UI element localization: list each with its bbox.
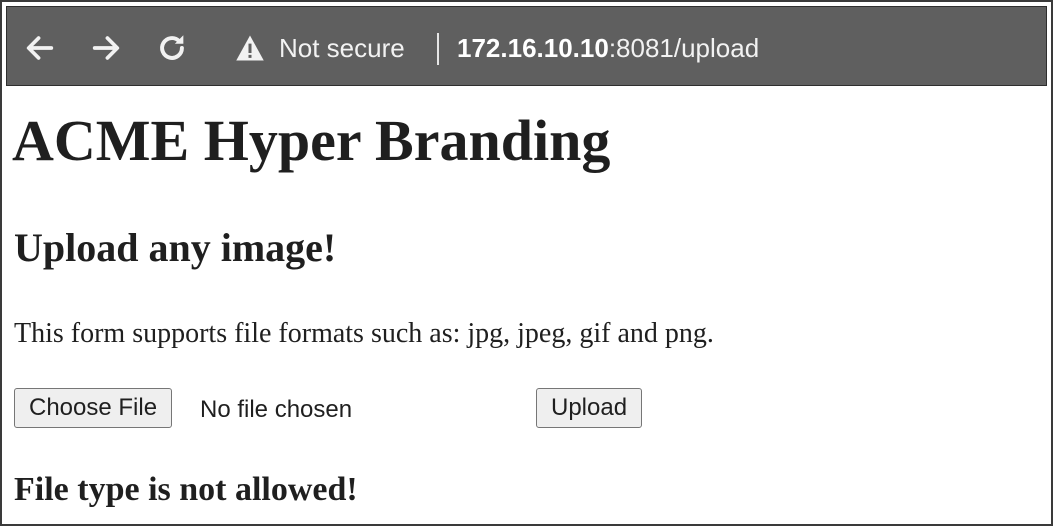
reload-icon [160,35,184,60]
reload-button[interactable] [153,29,191,67]
forward-button[interactable] [87,29,125,67]
address-separator [437,33,439,65]
address-bar[interactable]: 172.16.10.10:8081/upload [457,31,759,65]
upload-form: Choose File No file chosen Upload [14,388,714,428]
warning-triangle-icon [236,35,264,61]
browser-toolbar: Not secure 172.16.10.10:8081/upload [6,6,1047,86]
page-subtitle: Upload any image! [14,225,337,270]
page-content: ACME Hyper Branding Upload any image! Th… [12,88,1051,524]
format-description: This form supports file formats such as:… [14,318,714,349]
choose-file-button[interactable]: Choose File [14,388,173,428]
file-status: No file chosen [200,396,353,423]
security-indicator[interactable]: Not secure [235,31,405,65]
security-label: Not secure [279,32,405,63]
url-host: 172.16.10.10 [457,32,609,63]
error-message: File type is not allowed! [14,471,358,508]
back-button[interactable] [21,29,59,67]
page-title: ACME Hyper Branding [12,108,611,173]
upload-button[interactable]: Upload [536,388,643,428]
forward-arrow-icon [92,36,120,60]
url-path: :8081/upload [608,32,760,63]
back-arrow-icon [26,36,54,60]
browser-window: Not secure 172.16.10.10:8081/upload ACME… [0,0,1053,526]
